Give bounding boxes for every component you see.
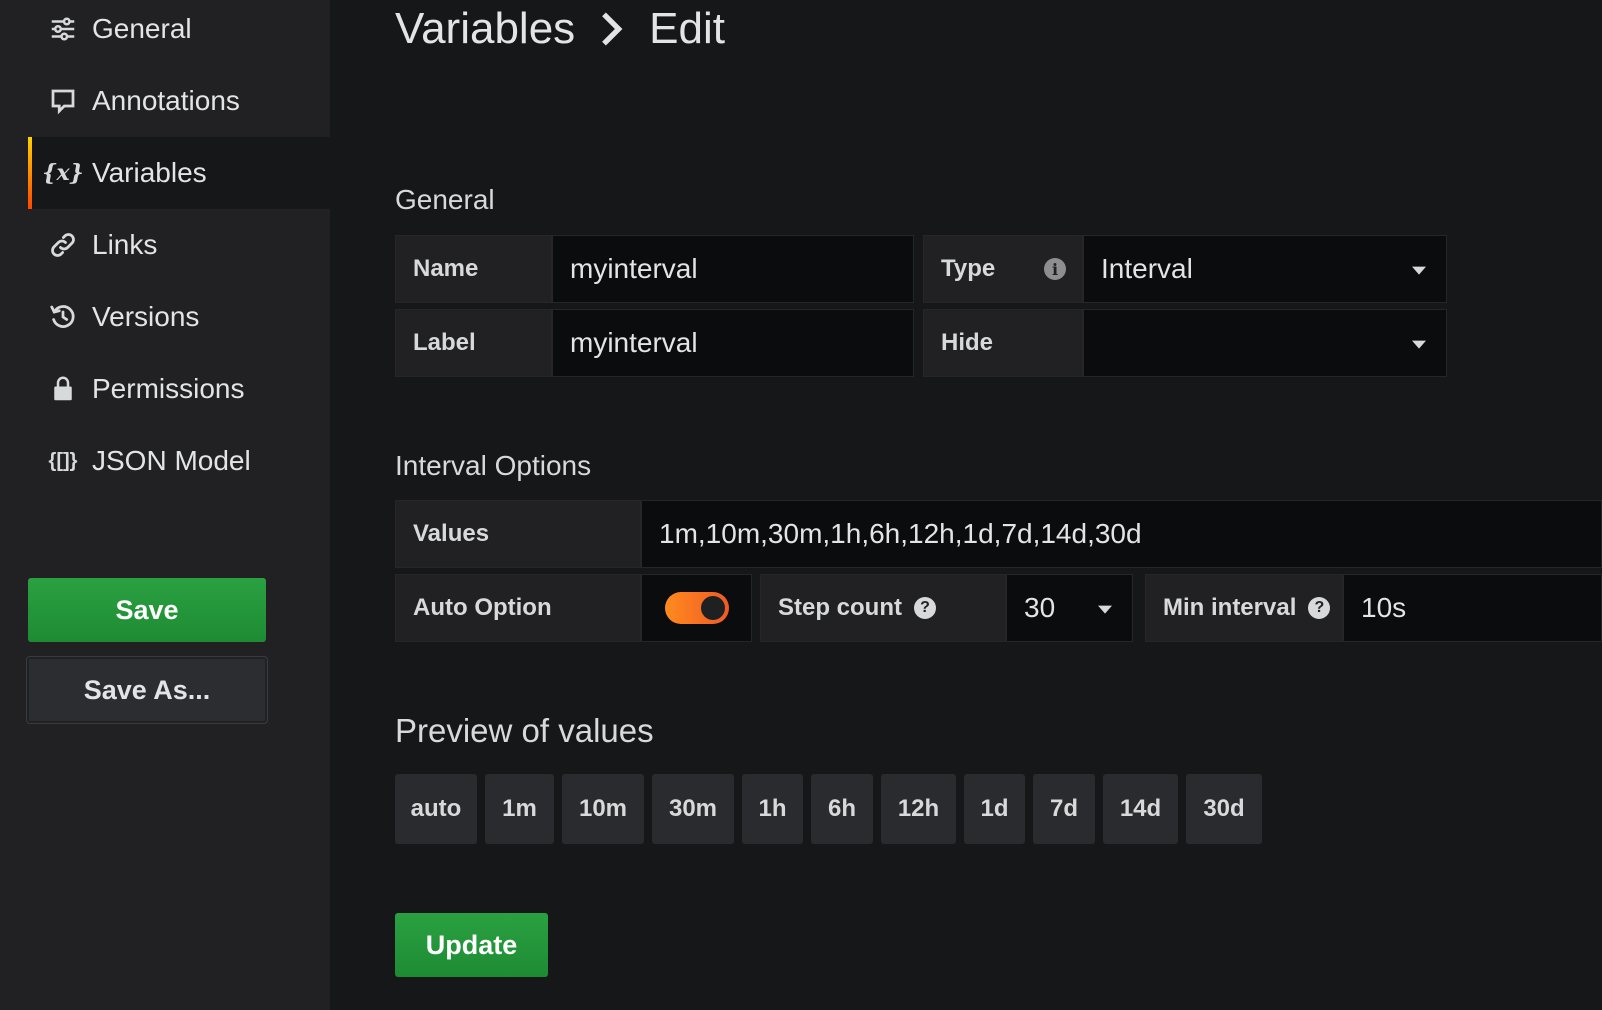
label-input[interactable]: myinterval xyxy=(552,309,914,377)
sidebar-item-annotations[interactable]: Annotations xyxy=(28,65,330,137)
link-icon xyxy=(46,228,80,262)
json-icon: {[]} xyxy=(48,449,78,472)
sidebar-item-label: Annotations xyxy=(92,85,240,116)
name-label: Name xyxy=(395,235,552,303)
min-interval-label: Min interval ? xyxy=(1145,574,1343,642)
preview-chip: 1h xyxy=(742,774,803,844)
preview-chip: 14d xyxy=(1103,774,1178,844)
update-button[interactable]: Update xyxy=(395,913,548,977)
values-label-text: Values xyxy=(413,520,490,547)
variable-editor: Variables Edit General Name myinterval T… xyxy=(330,0,1602,1010)
chevron-right-icon xyxy=(597,9,627,49)
sidebar-item-permissions[interactable]: Permissions xyxy=(28,353,330,425)
name-label-text: Name xyxy=(413,255,479,282)
caret-down-icon xyxy=(1098,605,1112,614)
caret-down-icon xyxy=(1412,340,1426,349)
preview-chip: auto xyxy=(395,774,477,844)
info-icon[interactable]: i xyxy=(1044,258,1066,280)
sidebar-item-label: Versions xyxy=(92,301,200,332)
section-title-general: General xyxy=(395,184,495,215)
min-interval-label-text: Min interval xyxy=(1163,594,1297,621)
hide-select[interactable] xyxy=(1083,309,1447,377)
step-count-label: Step count ? xyxy=(760,574,1006,642)
sidebar-item-label: JSON Model xyxy=(92,445,251,476)
values-input[interactable]: 1m,10m,30m,1h,6h,12h,1d,7d,14d,30d xyxy=(641,500,1602,568)
preview-chip: 6h xyxy=(811,774,873,844)
hide-label: Hide xyxy=(923,309,1083,377)
values-label: Values xyxy=(395,500,641,568)
step-count-select[interactable]: 30 xyxy=(1006,574,1133,642)
preview-chip: 7d xyxy=(1033,774,1095,844)
label-label: Label xyxy=(395,309,552,377)
step-count-label-text: Step count xyxy=(778,594,902,621)
sidebar-item-versions[interactable]: Versions xyxy=(28,281,330,353)
preview-chip: 30d xyxy=(1186,774,1262,844)
type-label: Type i xyxy=(923,235,1083,303)
breadcrumb-variables[interactable]: Variables xyxy=(395,4,575,54)
save-button[interactable]: Save xyxy=(28,578,266,642)
caret-down-icon xyxy=(1412,266,1426,275)
comment-icon xyxy=(46,84,80,118)
preview-chip: 30m xyxy=(652,774,734,844)
type-select-value: Interval xyxy=(1101,253,1193,284)
lock-icon xyxy=(46,372,80,406)
breadcrumb: Variables Edit xyxy=(395,4,725,54)
name-input[interactable]: myinterval xyxy=(552,235,914,303)
section-title-preview: Preview of values xyxy=(395,712,654,749)
breadcrumb-current: Edit xyxy=(649,4,725,53)
dashboard-settings: General Annotations {x} Variables Links xyxy=(0,0,1602,1010)
history-icon xyxy=(46,300,80,334)
help-icon[interactable]: ? xyxy=(914,597,936,619)
preview-chip: 1d xyxy=(964,774,1025,844)
toggle-knob xyxy=(700,596,725,620)
preview-chip: 12h xyxy=(881,774,956,844)
sidebar-item-json-model[interactable]: {[]} JSON Model xyxy=(28,425,330,497)
variable-icon: {x} xyxy=(42,160,84,186)
auto-option-label-text: Auto Option xyxy=(413,594,552,621)
sidebar-item-label: Variables xyxy=(92,157,207,188)
sidebar-item-label: Permissions xyxy=(92,373,245,404)
type-label-text: Type xyxy=(941,255,996,282)
hide-label-text: Hide xyxy=(941,329,994,356)
auto-option-toggle[interactable] xyxy=(641,574,752,642)
settings-sidebar: General Annotations {x} Variables Links xyxy=(0,0,330,1010)
type-select[interactable]: Interval xyxy=(1083,235,1447,303)
sidebar-item-variables[interactable]: {x} Variables xyxy=(28,137,330,209)
section-title-interval-options: Interval Options xyxy=(395,450,592,481)
auto-option-label: Auto Option xyxy=(395,574,641,642)
preview-chip: 10m xyxy=(562,774,644,844)
min-interval-input[interactable]: 10s xyxy=(1343,574,1602,642)
save-as-button[interactable]: Save As... xyxy=(27,657,267,723)
preview-chip: 1m xyxy=(485,774,554,844)
sidebar-item-label: General xyxy=(92,13,192,44)
label-label-text: Label xyxy=(413,329,476,356)
sidebar-item-general[interactable]: General xyxy=(28,0,330,65)
sidebar-item-links[interactable]: Links xyxy=(28,209,330,281)
sidebar-item-label: Links xyxy=(92,229,158,260)
help-icon[interactable]: ? xyxy=(1308,597,1331,619)
sliders-icon xyxy=(46,12,80,46)
toggle-switch[interactable] xyxy=(664,592,729,624)
step-count-value: 30 xyxy=(1024,592,1056,623)
